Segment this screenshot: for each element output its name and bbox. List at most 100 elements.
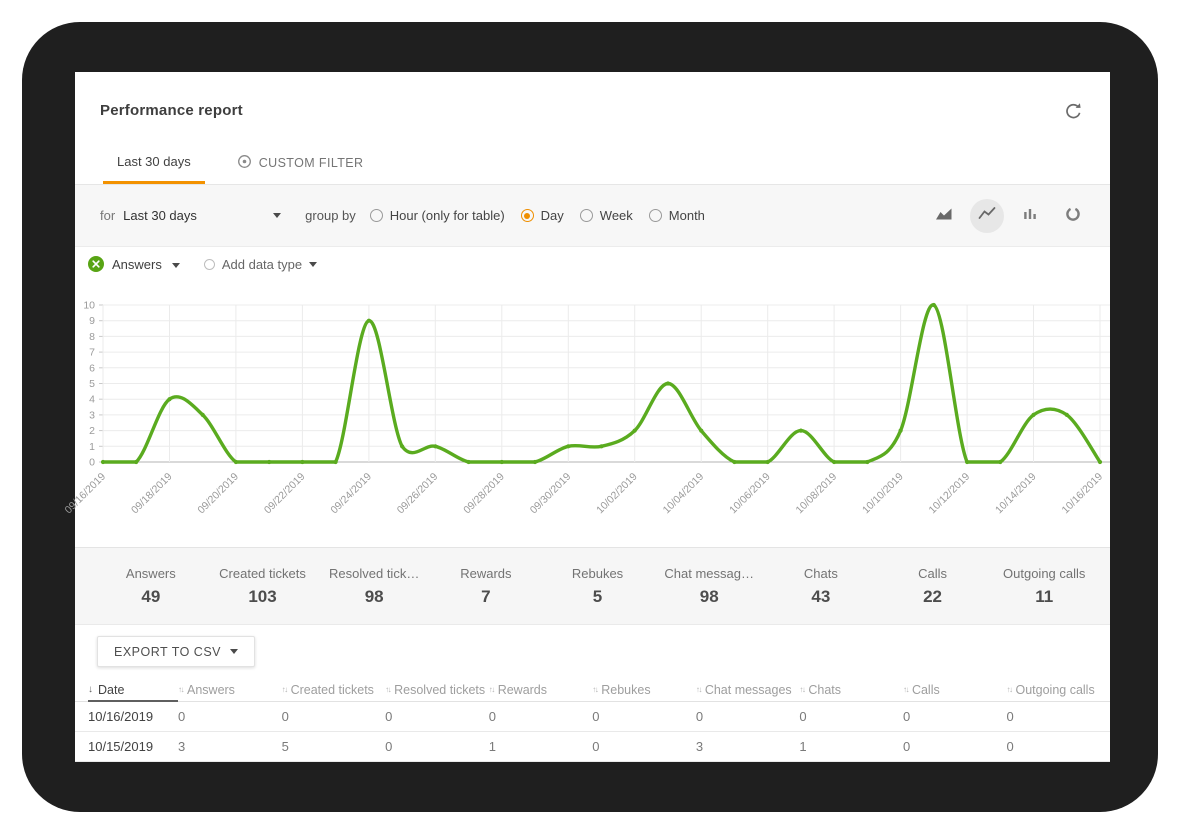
data-point (134, 460, 138, 464)
chart-type-buttons (927, 199, 1090, 233)
data-point (1031, 413, 1035, 417)
summary-stat: Answers49 (95, 566, 207, 607)
circle-x-icon[interactable] (88, 256, 104, 272)
group-by-label: group by (305, 208, 356, 223)
cell-value: 0 (1007, 709, 1111, 724)
column-header[interactable]: ↑↓Created tickets (282, 683, 386, 697)
data-point (766, 460, 770, 464)
tab-label: Last 30 days (117, 154, 191, 169)
data-point (666, 381, 670, 385)
data-point (865, 460, 869, 464)
radio-week[interactable]: Week (580, 208, 633, 223)
date-range-select[interactable]: Last 30 days (123, 208, 281, 223)
cell-value: 0 (799, 709, 903, 724)
sort-icon: ↑↓ (696, 685, 701, 694)
column-header-label: Chats (808, 683, 841, 697)
summary-stat-value: 11 (988, 587, 1100, 607)
radio-day[interactable]: Day (521, 208, 564, 223)
page-title: Performance report (100, 102, 243, 119)
column-header[interactable]: ↑↓ Rewards (489, 683, 593, 697)
cell-value: 0 (178, 709, 282, 724)
column-header[interactable]: ↑↓ Rebukes (592, 683, 696, 697)
table-row: 10/16/2019000000000 (75, 702, 1110, 732)
chevron-down-icon (273, 213, 281, 218)
tab-last-30-days[interactable]: Last 30 days (103, 142, 205, 184)
cell-date: 10/15/2019 (75, 739, 178, 754)
data-point (334, 460, 338, 464)
radio-month[interactable]: Month (649, 208, 705, 223)
radio-hour-only-for-table[interactable]: Hour (only for table) (370, 208, 505, 223)
chevron-down-icon[interactable] (172, 263, 180, 268)
summary-stat-label: Answers (95, 566, 207, 581)
summary-stat-label: Outgoing calls (988, 566, 1100, 581)
column-header-label: Rewards (498, 683, 547, 697)
summary-stat: Rebukes5 (542, 566, 654, 607)
column-header[interactable]: ↑↓Calls (903, 683, 1007, 697)
data-point (732, 460, 736, 464)
radio-label: Month (669, 208, 705, 223)
x-tick-label: 10/04/2019 (661, 471, 707, 517)
tab-custom-filter[interactable]: CUSTOM FILTER (223, 142, 378, 184)
column-header[interactable]: ↑↓Answers (178, 683, 282, 697)
y-tick-label: 7 (89, 347, 95, 359)
y-tick-label: 10 (83, 300, 95, 312)
data-point (234, 460, 238, 464)
radio-icon (649, 209, 662, 222)
data-point (832, 460, 836, 464)
chart-type-button-area-chart[interactable] (927, 199, 961, 233)
column-header[interactable]: ↑↓Outgoing calls (1007, 683, 1111, 697)
cell-value: 5 (282, 739, 386, 754)
column-header-date[interactable]: ↓Date (88, 678, 178, 702)
data-point (965, 460, 969, 464)
export-row: EXPORT TO CSV (75, 625, 1110, 678)
x-tick-label: 09/16/2019 (62, 471, 108, 517)
column-header-label: Rebukes (601, 683, 650, 697)
cell-value: 0 (489, 709, 593, 724)
column-header-label: Chat messages (705, 683, 792, 697)
x-tick-label: 10/08/2019 (794, 471, 840, 517)
export-to-csv-button[interactable]: EXPORT TO CSV (97, 636, 255, 667)
x-tick-label: 10/06/2019 (727, 471, 773, 517)
radio-icon (370, 209, 383, 222)
data-point (1098, 460, 1102, 464)
empty-circle-icon (204, 259, 215, 270)
column-header[interactable]: ↑↓Chats (799, 683, 903, 697)
x-tick-label: 10/10/2019 (860, 471, 906, 517)
cell-date: 10/16/2019 (75, 709, 178, 724)
summary-stats-band: Answers49Created tickets103Resolved tick… (75, 547, 1110, 625)
x-tick-label: 09/22/2019 (262, 471, 308, 517)
column-header[interactable]: ↑↓ Chat messages (696, 683, 800, 697)
cell-value: 3 (696, 739, 800, 754)
column-header[interactable]: ↑↓Resolved tickets (385, 683, 489, 697)
donut-chart-icon (1064, 205, 1082, 226)
chevron-down-icon (230, 649, 238, 654)
add-data-type-button[interactable]: Add data type (204, 257, 317, 272)
data-point (599, 444, 603, 448)
data-point (433, 444, 437, 448)
chart-type-button-donut-chart[interactable] (1056, 199, 1090, 233)
export-button-label: EXPORT TO CSV (114, 645, 221, 659)
chart-type-button-bar-chart[interactable] (1013, 199, 1047, 233)
x-tick-label: 09/30/2019 (528, 471, 574, 517)
data-point (467, 460, 471, 464)
sort-icon: ↑↓ (592, 685, 597, 694)
answers-line-chart: 01234567891009/16/201909/18/201909/20/20… (75, 295, 1110, 547)
summary-stat-label: Resolved tick… (318, 566, 430, 581)
chart-type-button-line-chart[interactable] (970, 199, 1004, 233)
refresh-icon[interactable] (1062, 100, 1084, 122)
summary-stat: Outgoing calls 11 (988, 566, 1100, 607)
summary-stat: Chats43 (765, 566, 877, 607)
radio-icon (521, 209, 534, 222)
summary-stat-label: Chats (765, 566, 877, 581)
sort-icon: ↑↓ (489, 685, 494, 694)
cell-value: 0 (903, 709, 1007, 724)
summary-stat-value: 98 (653, 587, 765, 607)
data-point (201, 413, 205, 417)
performance-report-card: Performance report Last 30 days (75, 72, 1110, 762)
cell-value: 0 (282, 709, 386, 724)
tab-bar: Last 30 days CUSTOM FILTER (75, 142, 1110, 184)
y-tick-label: 2 (89, 425, 95, 437)
data-point (1065, 413, 1069, 417)
table-row: 10/15/2019350103100 (75, 732, 1110, 762)
radio-label: Week (600, 208, 633, 223)
